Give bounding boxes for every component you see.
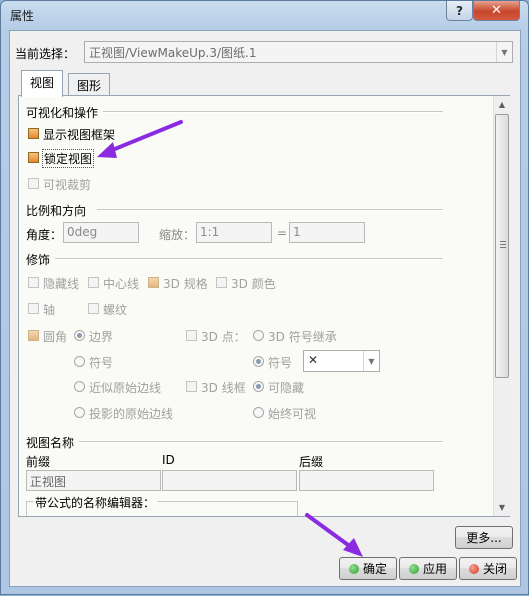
ok-button[interactable]: 确定 <box>339 557 397 580</box>
approx-edges-radio[interactable] <box>74 381 85 392</box>
tab-graphics-label: 图形 <box>77 79 102 93</box>
visual-clipping-label: 可视裁剪 <box>43 178 92 192</box>
tab-graphics[interactable]: 图形 <box>68 73 111 96</box>
color-3d-label: 3D 颜色 <box>231 277 276 291</box>
always-visible-label: 始终可视 <box>268 407 317 421</box>
divider <box>55 258 443 260</box>
divider <box>79 441 443 443</box>
hidden-lines-label: 隐藏线 <box>43 277 80 291</box>
formula-editor-label: 带公式的名称编辑器： <box>33 494 158 511</box>
close-icon <box>468 563 479 574</box>
scale-result-field[interactable]: 1 <box>289 222 365 243</box>
thread-checkbox[interactable] <box>88 303 99 314</box>
title-bar[interactable]: 属性 ? ✕ <box>1 1 528 29</box>
dialog-body: 当前选择： 正视图/ViewMakeUp.3/图纸.1 ▼ 视图 图形 可视化和… <box>9 30 521 587</box>
apply-icon <box>408 563 419 574</box>
axis-label: 轴 <box>43 303 56 317</box>
thread-3d-spec-checkbox[interactable] <box>148 277 159 288</box>
prefix-field[interactable]: 正视图 <box>26 470 161 491</box>
show-frame-checkbox[interactable] <box>28 128 39 139</box>
visual-clipping-checkbox[interactable] <box>28 178 39 189</box>
projected-edges-label: 投影的原始边线 <box>89 407 174 421</box>
symbol-inheritance-label: 3D 符号继承 <box>268 330 337 344</box>
apply-button-label: 应用 <box>422 562 447 576</box>
lock-view-checkbox[interactable] <box>28 152 39 163</box>
section-scale: 比例和方向 <box>26 204 87 218</box>
id-field[interactable] <box>162 470 297 491</box>
prefix-label: 前缀 <box>26 455 51 469</box>
center-lines-label: 中心线 <box>103 277 140 291</box>
symbol-radio[interactable] <box>74 356 85 367</box>
suffix-field[interactable] <box>299 470 434 491</box>
id-label: ID <box>162 453 175 467</box>
scroll-content: 可视化和操作 显示视图框架 锁定视图 可视裁剪 比例和方向 角度： 0deg 缩… <box>19 96 493 516</box>
current-selection-value: 正视图/ViewMakeUp.3/图纸.1 <box>89 46 257 60</box>
tab-view-label: 视图 <box>30 76 55 90</box>
symbol-combo[interactable]: ✕ ▼ <box>303 350 380 372</box>
ok-button-label: 确定 <box>362 562 387 576</box>
close-button-label: 关闭 <box>482 562 507 576</box>
always-visible-radio[interactable] <box>253 407 264 418</box>
points-3d-label: 3D 点： <box>201 330 246 344</box>
properties-dialog: 属性 ? ✕ 当前选择： 正视图/ViewMakeUp.3/图纸.1 ▼ 视图 … <box>0 0 529 595</box>
tab-panel: 可视化和操作 显示视图框架 锁定视图 可视裁剪 比例和方向 角度： 0deg 缩… <box>18 95 510 517</box>
thread-3d-spec-label: 3D 规格 <box>163 277 208 291</box>
divider <box>103 111 443 113</box>
points-3d-checkbox[interactable] <box>186 330 197 341</box>
close-button[interactable]: 关闭 <box>459 557 517 580</box>
tab-view[interactable]: 视图 <box>21 70 64 97</box>
symbol2-label: 符号 <box>268 356 293 370</box>
divider <box>97 209 443 211</box>
color-3d-checkbox[interactable] <box>216 277 227 288</box>
chevron-down-icon[interactable]: ▼ <box>363 351 379 371</box>
current-selection-label: 当前选择： <box>15 47 76 61</box>
thread-label: 螺纹 <box>103 303 128 317</box>
section-visualization: 可视化和操作 <box>26 106 99 120</box>
window-close-button[interactable]: ✕ <box>473 1 520 21</box>
chevron-down-icon[interactable]: ▼ <box>496 42 512 62</box>
fillet-label: 圆角 <box>43 330 68 344</box>
lock-view-label: 锁定视图 <box>42 149 95 168</box>
vertical-scrollbar[interactable]: ▲ ▼ <box>493 96 510 516</box>
center-lines-checkbox[interactable] <box>88 277 99 288</box>
fillet-checkbox[interactable] <box>28 330 39 341</box>
more-button[interactable]: 更多... <box>455 526 513 549</box>
help-button[interactable]: ? <box>446 1 473 21</box>
scroll-down-icon[interactable]: ▼ <box>494 499 510 516</box>
ok-icon <box>348 563 359 574</box>
apply-button[interactable]: 应用 <box>399 557 457 580</box>
can-hide-radio[interactable] <box>253 381 264 392</box>
scale-field[interactable]: 1:1 <box>196 222 272 243</box>
scale-label: 缩放： <box>159 228 196 242</box>
axis-checkbox[interactable] <box>28 303 39 314</box>
show-frame-label: 显示视图框架 <box>43 128 116 142</box>
symbol-value: ✕ <box>308 353 319 367</box>
equals-sign: = <box>277 226 288 240</box>
grip-icon <box>500 241 506 248</box>
projected-edges-radio[interactable] <box>74 407 85 418</box>
boundary-radio[interactable] <box>74 330 85 341</box>
window-title: 属性 <box>10 9 35 23</box>
symbol-inheritance-radio[interactable] <box>253 330 264 341</box>
suffix-label: 后缀 <box>299 455 324 469</box>
wireframe-3d-checkbox[interactable] <box>186 381 197 392</box>
symbol2-radio[interactable] <box>253 356 264 367</box>
section-view-name: 视图名称 <box>26 436 75 450</box>
can-hide-label: 可隐藏 <box>268 381 305 395</box>
more-button-label: 更多... <box>466 531 502 545</box>
wireframe-3d-label: 3D 线框 <box>201 381 246 395</box>
approx-edges-label: 近似原始边线 <box>89 381 162 395</box>
scroll-thumb[interactable] <box>495 114 509 378</box>
angle-label: 角度： <box>26 228 63 242</box>
current-selection-combo[interactable]: 正视图/ViewMakeUp.3/图纸.1 ▼ <box>84 41 513 63</box>
scroll-up-icon[interactable]: ▲ <box>494 96 510 113</box>
hidden-lines-checkbox[interactable] <box>28 277 39 288</box>
section-dressup: 修饰 <box>26 253 51 267</box>
symbol-label: 符号 <box>89 356 114 370</box>
boundary-label: 边界 <box>89 330 114 344</box>
angle-field[interactable]: 0deg <box>63 222 139 243</box>
